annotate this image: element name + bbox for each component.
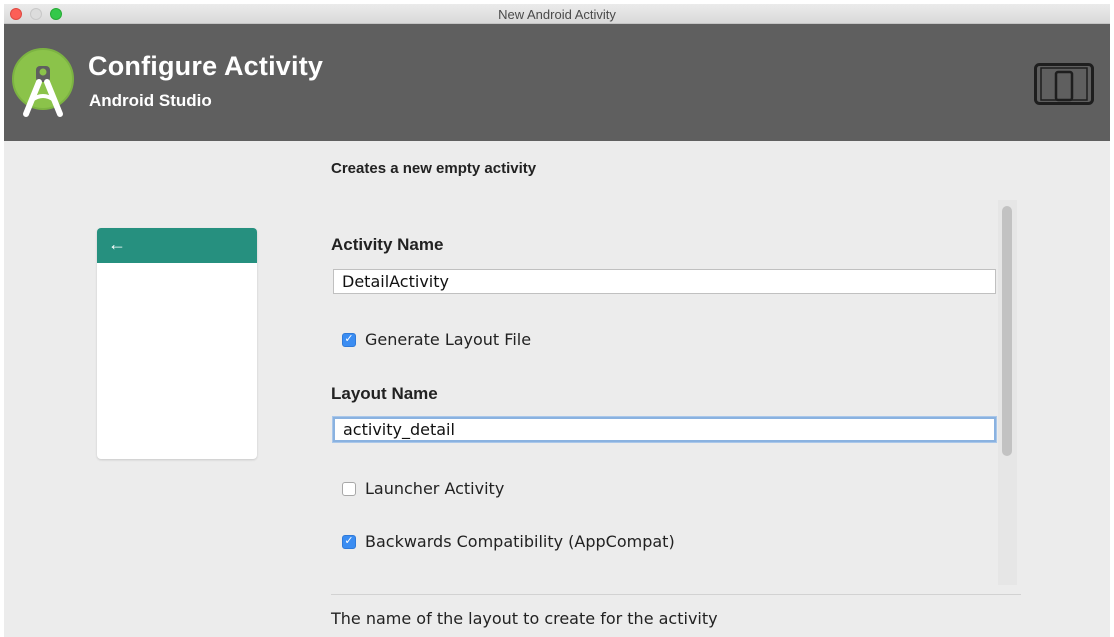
title-bar: New Android Activity [4, 4, 1110, 24]
scrollbar-thumb[interactable] [1002, 206, 1012, 456]
help-text: The name of the layout to create for the… [331, 609, 718, 628]
generate-layout-checkbox-row[interactable]: ✓ Generate Layout File [342, 330, 531, 349]
activity-description: Creates a new empty activity [331, 160, 537, 177]
backwards-compat-checkbox[interactable]: ✓ [342, 534, 356, 549]
launcher-activity-checkbox[interactable] [342, 481, 356, 496]
wizard-header: Configure Activity Android Studio [4, 24, 1110, 141]
layout-name-input[interactable] [333, 417, 996, 442]
help-divider [331, 594, 1021, 595]
launcher-activity-checkbox-row[interactable]: Launcher Activity [342, 479, 504, 498]
arrow-left-icon: ← [108, 234, 126, 254]
android-studio-logo-icon [12, 48, 74, 117]
preview-app-bar: ← [97, 228, 257, 263]
form-scrollbar[interactable] [998, 200, 1017, 585]
backwards-compat-checkbox-row[interactable]: ✓ Backwards Compatibility (AppCompat) [342, 532, 675, 551]
activity-name-input[interactable] [333, 269, 996, 294]
window-title: New Android Activity [498, 7, 616, 22]
backwards-compat-label: Backwards Compatibility (AppCompat) [365, 532, 675, 551]
new-android-activity-window: New Android Activity Configure Activity … [4, 4, 1110, 637]
page-title: Configure Activity [88, 51, 324, 81]
generate-layout-checkbox[interactable]: ✓ [342, 332, 356, 347]
generate-layout-label: Generate Layout File [365, 330, 532, 349]
activity-preview: ← [97, 228, 257, 459]
layout-name-label: Layout Name [331, 384, 438, 403]
tablet-phone-icon [1034, 63, 1094, 105]
page-subtitle: Android Studio [89, 91, 212, 110]
activity-name-label: Activity Name [331, 235, 444, 254]
launcher-activity-label: Launcher Activity [365, 479, 505, 498]
